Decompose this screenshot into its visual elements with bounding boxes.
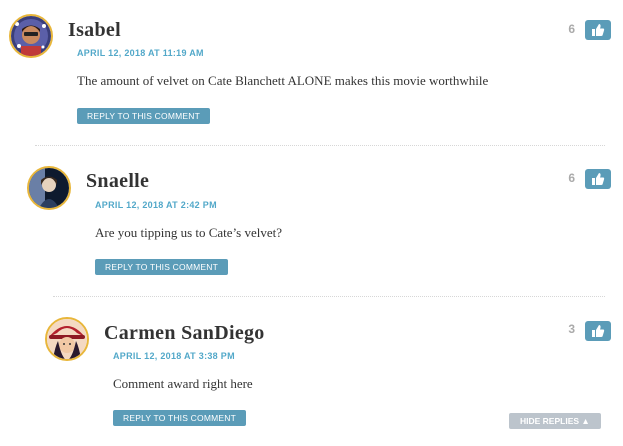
reply-button[interactable]: REPLY TO THIS COMMENT bbox=[113, 410, 246, 426]
comment-date[interactable]: APRIL 12, 2018 AT 3:38 PM bbox=[113, 351, 235, 361]
thumbs-up-icon bbox=[592, 173, 605, 185]
comment-author: Isabel bbox=[68, 19, 121, 41]
comment-date[interactable]: APRIL 12, 2018 AT 2:42 PM bbox=[95, 200, 217, 210]
hide-replies-button[interactable]: HIDE REPLIES ▲ bbox=[509, 413, 601, 429]
comment-text: The amount of velvet on Cate Blanchett A… bbox=[77, 73, 489, 88]
comment-text: Comment award right here bbox=[113, 376, 253, 391]
reply-button[interactable]: REPLY TO THIS COMMENT bbox=[77, 108, 210, 124]
comment-date[interactable]: APRIL 12, 2018 AT 11:19 AM bbox=[77, 48, 204, 58]
comment-divider bbox=[35, 145, 605, 146]
like-button[interactable] bbox=[585, 169, 611, 189]
vote-count: 6 bbox=[568, 171, 575, 185]
avatar[interactable] bbox=[27, 166, 71, 210]
comment-author: Carmen SanDiego bbox=[104, 322, 265, 344]
reply-button[interactable]: REPLY TO THIS COMMENT bbox=[95, 259, 228, 275]
avatar[interactable] bbox=[9, 14, 53, 58]
vote-count: 3 bbox=[568, 322, 575, 336]
thumbs-up-icon bbox=[592, 24, 605, 36]
thumbs-up-icon bbox=[592, 325, 605, 337]
comment-text: Are you tipping us to Cate’s velvet? bbox=[95, 225, 283, 240]
comment-author: Snaelle bbox=[86, 170, 150, 192]
like-button[interactable] bbox=[585, 20, 611, 40]
avatar[interactable] bbox=[45, 317, 89, 361]
vote-count: 6 bbox=[568, 22, 575, 36]
comment-divider bbox=[53, 296, 605, 297]
like-button[interactable] bbox=[585, 321, 611, 341]
